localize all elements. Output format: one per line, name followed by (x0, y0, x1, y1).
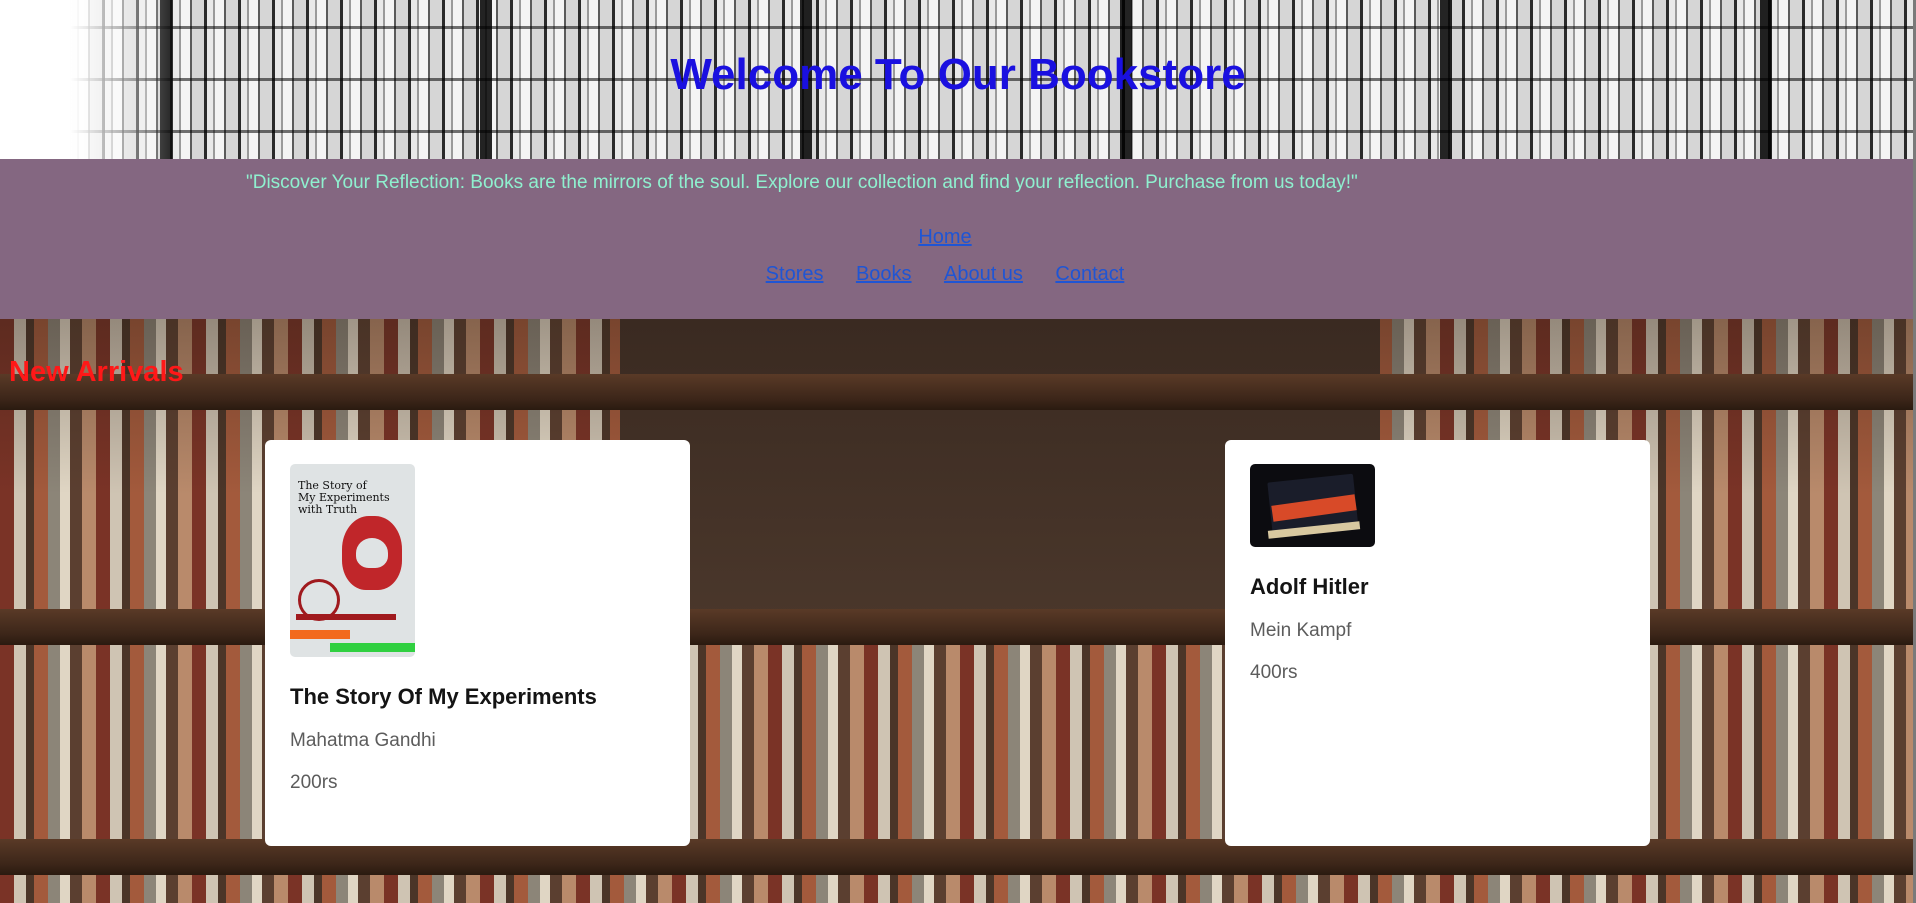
tagline-nav-section: "Discover Your Reflection: Books are the… (0, 159, 1916, 319)
nav-link-books[interactable]: Books (856, 263, 912, 285)
book-price: 400rs (1250, 662, 1298, 683)
nav-link-home[interactable]: Home (918, 226, 971, 248)
book-cover-image[interactable]: The Story of My Experiments with Truth (290, 464, 415, 657)
section-heading: New Arrivals (9, 356, 184, 388)
book-title: The Story Of My Experiments (290, 684, 597, 709)
nav-link-stores[interactable]: Stores (766, 263, 824, 285)
main-nav: Stores Books About us Contact (0, 263, 1890, 286)
new-arrivals-section: New Arrivals The Story of My Experiments… (0, 319, 1916, 903)
book-author: Mein Kampf (1250, 620, 1352, 641)
cover-band (290, 630, 350, 639)
cover-title-text: The Story of My Experiments with Truth (298, 479, 390, 516)
book-title: Adolf Hitler (1250, 574, 1369, 599)
book-card[interactable]: Adolf Hitler Mein Kampf 400rs (1225, 440, 1650, 846)
book-cover-image[interactable] (1250, 464, 1375, 547)
book-card[interactable]: The Story of My Experiments with Truth T… (265, 440, 690, 846)
gandhi-portrait-graphic (342, 516, 402, 590)
nav-home-row: Home (0, 226, 1890, 249)
cover-band (330, 643, 415, 652)
book-price: 200rs (290, 772, 338, 793)
site-title: Welcome To Our Bookstore (670, 50, 1246, 99)
header-banner: Welcome To Our Bookstore (0, 0, 1916, 159)
nav-link-about-us[interactable]: About us (944, 263, 1023, 285)
tagline-text: "Discover Your Reflection: Books are the… (246, 172, 1358, 193)
background-shelf (0, 374, 1916, 410)
book-author: Mahatma Gandhi (290, 730, 436, 751)
cover-graphic-base (296, 614, 396, 620)
nav-link-contact[interactable]: Contact (1055, 263, 1124, 285)
